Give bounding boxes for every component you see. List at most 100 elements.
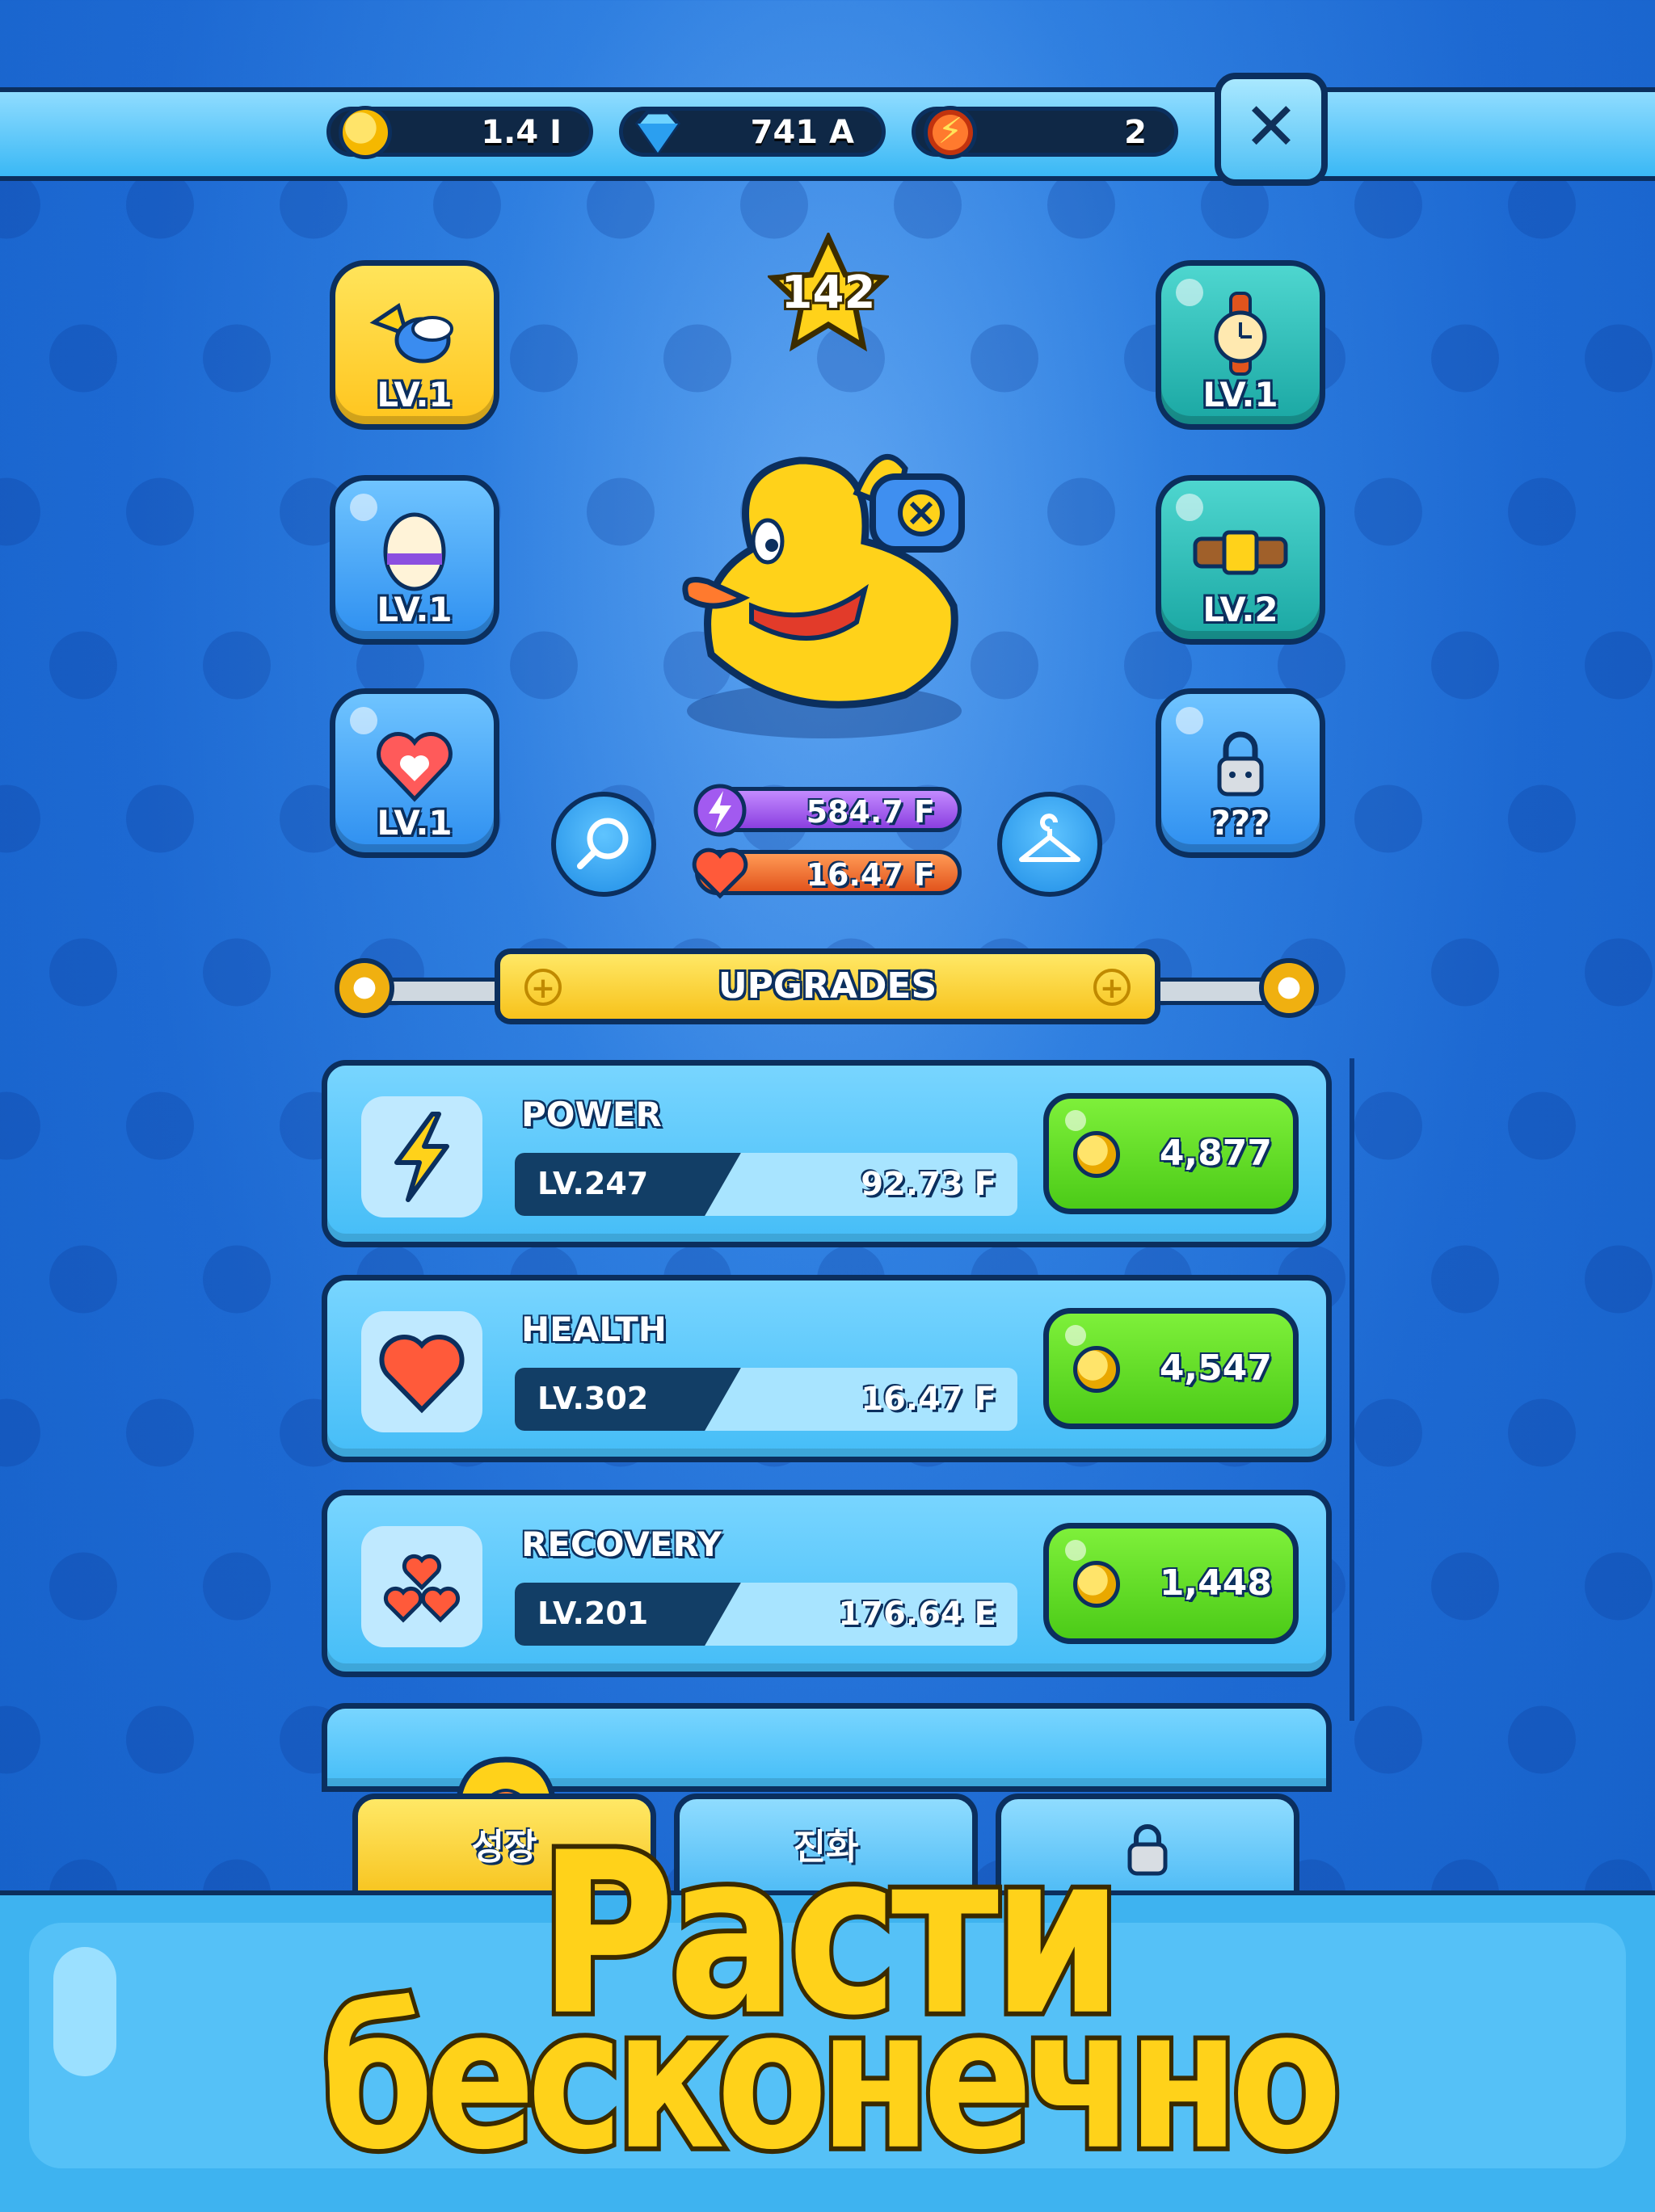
upgrades-scrollbar[interactable] xyxy=(1350,1058,1354,1721)
background-duck-silhouette: ● xyxy=(1503,1066,1581,1170)
background-duck-silhouette: ● xyxy=(582,452,659,556)
buy-power-button[interactable]: 4,877 xyxy=(1043,1093,1299,1214)
equipment-slot-watch[interactable]: LV.1 xyxy=(1156,260,1325,430)
slot-level: LV.1 xyxy=(1202,375,1278,414)
plus-icon: + xyxy=(1093,969,1131,1006)
upgrade-level: LV.247 xyxy=(537,1166,649,1201)
gems-counter: 741 A xyxy=(619,107,886,157)
upgrade-level-bar: LV.302 16.47 F xyxy=(515,1368,1017,1431)
inspect-button[interactable] xyxy=(551,792,656,897)
hanger-icon xyxy=(1019,814,1080,862)
buy-recovery-button[interactable]: 1,448 xyxy=(1043,1523,1299,1644)
slot-level: LV.1 xyxy=(377,590,453,629)
background-duck-silhouette: ● xyxy=(659,299,736,402)
slot-level: LV.2 xyxy=(1202,590,1278,629)
upgrade-card-recovery: RECOVERY LV.201 176.64 E 1,448 xyxy=(322,1490,1332,1677)
energy-value: 2 xyxy=(1124,114,1147,151)
background-duck-silhouette: ● xyxy=(1350,1373,1427,1477)
upgrade-icon-box xyxy=(361,1526,482,1647)
slot-level: ??? xyxy=(1211,803,1270,843)
background-duck-silhouette: ● xyxy=(1042,452,1120,556)
lightning-icon xyxy=(394,1112,449,1202)
background-duck-silhouette: ● xyxy=(966,299,1043,402)
background-duck-silhouette: ● xyxy=(0,1680,45,1784)
coin-icon xyxy=(1073,1346,1120,1393)
buy-health-button[interactable]: 4,547 xyxy=(1043,1308,1299,1429)
slot-level: LV.1 xyxy=(377,803,453,843)
energy-icon: ⚡ xyxy=(924,106,977,159)
background-duck-silhouette: ● xyxy=(1426,606,1504,709)
upgrade-name: POWER xyxy=(521,1095,662,1134)
equipment-slot-egg[interactable]: LV.1 xyxy=(330,475,499,645)
equipment-slot-bird[interactable]: LV.1 xyxy=(330,260,499,430)
background-duck-silhouette: ● xyxy=(1503,452,1581,556)
background-duck-silhouette: ● xyxy=(0,1066,45,1170)
egg-icon xyxy=(383,512,446,591)
upgrade-level: LV.302 xyxy=(537,1381,649,1416)
background-duck-silhouette: ● xyxy=(1503,1680,1581,1784)
upgrade-price: 4,877 xyxy=(1159,1133,1272,1174)
background-duck-silhouette: ● xyxy=(1350,452,1427,556)
upgrade-value: 176.64 E xyxy=(838,1596,996,1633)
promo-line-2: бесконечно xyxy=(317,1962,1346,2198)
background-duck-silhouette: ● xyxy=(198,1220,276,1323)
background-duck-silhouette: ● xyxy=(505,299,583,402)
lightning-circle-icon xyxy=(693,784,747,837)
background-duck-silhouette: ● xyxy=(1580,606,1655,709)
background-duck-silhouette: ● xyxy=(1426,1220,1504,1323)
background-duck-silhouette: ● xyxy=(44,606,122,709)
background-duck-silhouette: ● xyxy=(198,606,276,709)
background-duck-silhouette: ● xyxy=(1580,913,1655,1016)
equipment-slot-locked[interactable]: ??? xyxy=(1156,688,1325,858)
upgrade-card-health: HEALTH LV.302 16.47 F 4,547 xyxy=(322,1275,1332,1462)
background-duck-silhouette: ● xyxy=(44,1527,122,1630)
background-duck-silhouette: ● xyxy=(121,759,199,863)
hearts-icon xyxy=(383,1554,461,1623)
background-duck-silhouette: ● xyxy=(121,1680,199,1784)
wardrobe-button[interactable] xyxy=(997,792,1102,897)
upgrades-banner: + UPGRADES + xyxy=(495,948,1160,1024)
upgrade-price: 1,448 xyxy=(1159,1562,1272,1604)
upgrades-title: UPGRADES xyxy=(718,965,937,1007)
upgrade-icon-box xyxy=(361,1311,482,1432)
background-duck-silhouette: ● xyxy=(505,606,583,709)
background-duck-silhouette: ● xyxy=(44,299,122,402)
background-duck-silhouette: ● xyxy=(121,1373,199,1477)
background-duck-silhouette: ● xyxy=(198,913,276,1016)
power-value: 584.7 F xyxy=(806,794,935,830)
power-stat-bar: 584.7 F xyxy=(693,784,962,837)
equipment-slot-belt[interactable]: LV.2 xyxy=(1156,475,1325,645)
background-duck-silhouette: ● xyxy=(1580,1220,1655,1323)
background-duck-silhouette: ● xyxy=(1503,1373,1581,1477)
background-duck-silhouette: ● xyxy=(0,1373,45,1477)
background-duck-silhouette: ● xyxy=(1426,299,1504,402)
energy-counter: ⚡ 2 xyxy=(912,106,1178,159)
gem-icon xyxy=(634,110,681,157)
heart-badge-icon xyxy=(377,732,453,802)
duck-character xyxy=(682,454,965,738)
close-button[interactable]: ✕ xyxy=(1215,73,1328,186)
belt-icon xyxy=(1193,530,1288,575)
background-duck-silhouette: ● xyxy=(44,913,122,1016)
upgrade-price: 4,547 xyxy=(1159,1348,1272,1389)
watch-icon xyxy=(1214,292,1267,376)
upgrade-level-bar: LV.201 176.64 E xyxy=(515,1583,1017,1646)
coin-icon xyxy=(339,106,392,159)
background-duck-silhouette: ● xyxy=(0,452,45,556)
background-duck-silhouette: ● xyxy=(1503,759,1581,863)
bird-icon xyxy=(369,303,453,364)
background-duck-silhouette: ● xyxy=(1350,1066,1427,1170)
rank-value: 142 xyxy=(781,267,876,319)
equipment-slot-heart[interactable]: LV.1 xyxy=(330,688,499,858)
slot-level: LV.1 xyxy=(377,375,453,414)
background-duck-silhouette: ● xyxy=(44,1220,122,1323)
rail-knob-left xyxy=(335,958,394,1018)
background-duck-silhouette: ● xyxy=(1580,299,1655,402)
upgrade-name: HEALTH xyxy=(521,1310,667,1349)
heart-icon xyxy=(379,1335,465,1414)
upgrade-level-bar: LV.247 92.73 F xyxy=(515,1153,1017,1216)
background-duck-silhouette: ● xyxy=(1350,759,1427,863)
coin-icon xyxy=(1073,1561,1120,1608)
gems-value: 741 A xyxy=(750,114,854,151)
health-stat-bar: 16.47 F xyxy=(692,847,962,899)
